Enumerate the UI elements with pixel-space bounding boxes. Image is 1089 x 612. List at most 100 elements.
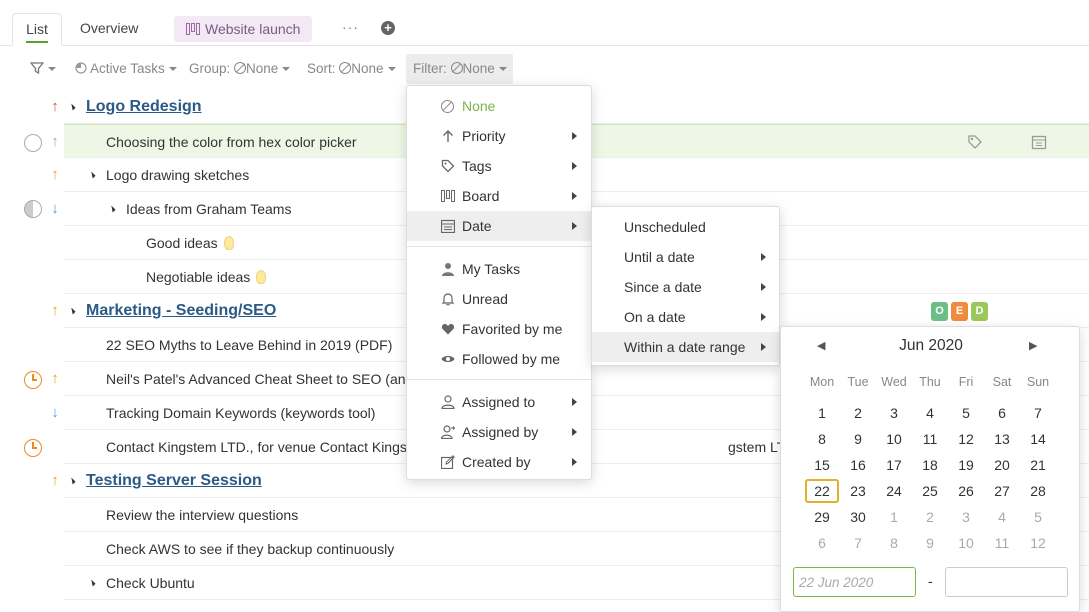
clock-icon[interactable] (24, 371, 42, 389)
more-tabs-button[interactable]: ··· (342, 12, 359, 45)
filter-menu-item-assigned-by[interactable]: Assigned by (407, 417, 591, 447)
calendar-day[interactable]: 10 (949, 531, 983, 555)
date-option-on[interactable]: On a date (592, 302, 779, 332)
date-option-unscheduled[interactable]: Unscheduled (592, 212, 779, 242)
calendar-day[interactable]: 15 (805, 453, 839, 477)
filter-menu-item-none[interactable]: None (407, 91, 591, 121)
task-title[interactable]: Marketing - Seeding/SEO (86, 294, 276, 328)
task-title[interactable]: Negotiable ideas (146, 269, 250, 285)
calendar-day[interactable]: 12 (949, 427, 983, 451)
collapse-triangle-icon[interactable] (108, 205, 116, 213)
calendar-day[interactable]: 9 (841, 427, 875, 451)
calendar-day[interactable]: 20 (985, 453, 1019, 477)
task-title[interactable]: Logo drawing sketches (106, 158, 249, 192)
date-option-range[interactable]: Within a date range (592, 332, 779, 362)
status-circle-icon[interactable] (24, 134, 42, 152)
task-title[interactable]: Good ideas (146, 235, 218, 251)
date-option-until[interactable]: Until a date (592, 242, 779, 272)
tab-overview[interactable]: Overview (80, 13, 138, 46)
calendar-day[interactable]: 3 (877, 401, 911, 425)
filter-menu-item-assigned-to[interactable]: Assigned to (407, 387, 591, 417)
calendar-day[interactable]: 13 (985, 427, 1019, 451)
tab-board[interactable]: Website launch (174, 16, 313, 42)
calendar-day[interactable]: 7 (841, 531, 875, 555)
calendar-day[interactable]: 2 (913, 505, 947, 529)
calendar-day[interactable]: 29 (805, 505, 839, 529)
collapse-triangle-icon[interactable] (88, 171, 96, 179)
task-title[interactable]: Ideas from Graham Teams (126, 192, 291, 226)
filter-menu-item-priority[interactable]: Priority (407, 121, 591, 151)
tag-icon[interactable] (967, 134, 983, 150)
member-badge[interactable]: O (931, 302, 948, 321)
task-title[interactable]: 22 SEO Myths to Leave Behind in 2019 (PD… (106, 328, 392, 362)
calendar-day[interactable]: 25 (913, 479, 947, 503)
calendar-day[interactable]: 18 (913, 453, 947, 477)
member-badge[interactable]: D (971, 302, 988, 321)
task-title[interactable]: Logo Redesign (86, 90, 202, 124)
calendar-day[interactable]: 11 (913, 427, 947, 451)
filter-menu-item-board[interactable]: Board (407, 181, 591, 211)
calendar-day[interactable]: 1 (805, 401, 839, 425)
calendar-day[interactable]: 24 (877, 479, 911, 503)
calendar-day[interactable]: 16 (841, 453, 875, 477)
task-title[interactable]: Review the interview questions (106, 498, 298, 532)
calendar-day[interactable]: 8 (877, 531, 911, 555)
filter-menu-item-followed[interactable]: Followed by me (407, 344, 591, 374)
calendar-day[interactable]: 8 (805, 427, 839, 451)
range-start-input[interactable] (793, 567, 916, 597)
task-title[interactable]: Check AWS to see if they backup continuo… (106, 532, 394, 566)
calendar-day[interactable]: 4 (913, 401, 947, 425)
collapse-triangle-icon[interactable] (68, 307, 76, 315)
task-title[interactable]: Tracking Domain Keywords (keywords tool) (106, 396, 375, 430)
filter-menu-item-favorited[interactable]: Favorited by me (407, 314, 591, 344)
calendar-day[interactable]: 26 (949, 479, 983, 503)
collapse-triangle-icon[interactable] (68, 477, 76, 485)
calendar-day[interactable]: 9 (913, 531, 947, 555)
calendar-day[interactable]: 1 (877, 505, 911, 529)
calendar-day[interactable]: 27 (985, 479, 1019, 503)
calendar-day[interactable]: 23 (841, 479, 875, 503)
member-badge[interactable]: E (951, 302, 968, 321)
next-month-button[interactable]: ▶ (1029, 339, 1037, 352)
quick-filter-button[interactable] (29, 54, 56, 84)
calendar-day[interactable]: 7 (1021, 401, 1055, 425)
calendar-day[interactable]: 19 (949, 453, 983, 477)
task-title[interactable]: Testing Server Session (86, 464, 262, 498)
calendar-day[interactable]: 21 (1021, 453, 1055, 477)
filter-menu-item-date[interactable]: Date (407, 211, 591, 241)
calendar-icon[interactable] (1031, 134, 1047, 150)
filter-dropdown[interactable]: Filter: None (406, 54, 513, 84)
calendar-day[interactable]: 12 (1021, 531, 1055, 555)
filter-menu-item-tags[interactable]: Tags (407, 151, 591, 181)
tab-list[interactable]: List (12, 13, 62, 46)
calendar-day[interactable]: 17 (877, 453, 911, 477)
collapse-triangle-icon[interactable] (88, 579, 96, 587)
calendar-day[interactable]: 5 (1021, 505, 1055, 529)
task-title[interactable]: Check Ubuntu (106, 566, 195, 600)
calendar-day[interactable]: 14 (1021, 427, 1055, 451)
calendar-day[interactable]: 28 (1021, 479, 1055, 503)
filter-menu-item-unread[interactable]: Unread (407, 284, 591, 314)
calendar-day[interactable]: 2 (841, 401, 875, 425)
status-half-circle-icon[interactable] (24, 200, 42, 218)
task-title[interactable]: Contact Kingstem LTD., for venue Contact… (106, 430, 411, 464)
calendar-day[interactable]: 3 (949, 505, 983, 529)
calendar-day[interactable]: 10 (877, 427, 911, 451)
filter-menu-item-my-tasks[interactable]: My Tasks (407, 254, 591, 284)
date-option-since[interactable]: Since a date (592, 272, 779, 302)
clock-icon[interactable] (24, 439, 42, 457)
sort-dropdown[interactable]: Sort: None (307, 54, 396, 84)
task-title[interactable]: Choosing the color from hex color picker (106, 125, 357, 159)
group-dropdown[interactable]: Group: None (189, 54, 291, 84)
calendar-day[interactable]: 5 (949, 401, 983, 425)
add-tab-icon[interactable]: + (381, 21, 395, 35)
filter-menu-item-created-by[interactable]: Created by (407, 447, 591, 477)
calendar-day[interactable]: 11 (985, 531, 1019, 555)
range-end-input[interactable] (945, 567, 1068, 597)
task-title[interactable]: Neil's Patel's Advanced Cheat Sheet to S… (106, 362, 413, 396)
collapse-triangle-icon[interactable] (68, 103, 76, 111)
calendar-day[interactable]: 30 (841, 505, 875, 529)
active-tasks-dropdown[interactable]: Active Tasks (75, 54, 177, 84)
calendar-day[interactable]: 22 (805, 479, 839, 503)
calendar-day[interactable]: 6 (805, 531, 839, 555)
